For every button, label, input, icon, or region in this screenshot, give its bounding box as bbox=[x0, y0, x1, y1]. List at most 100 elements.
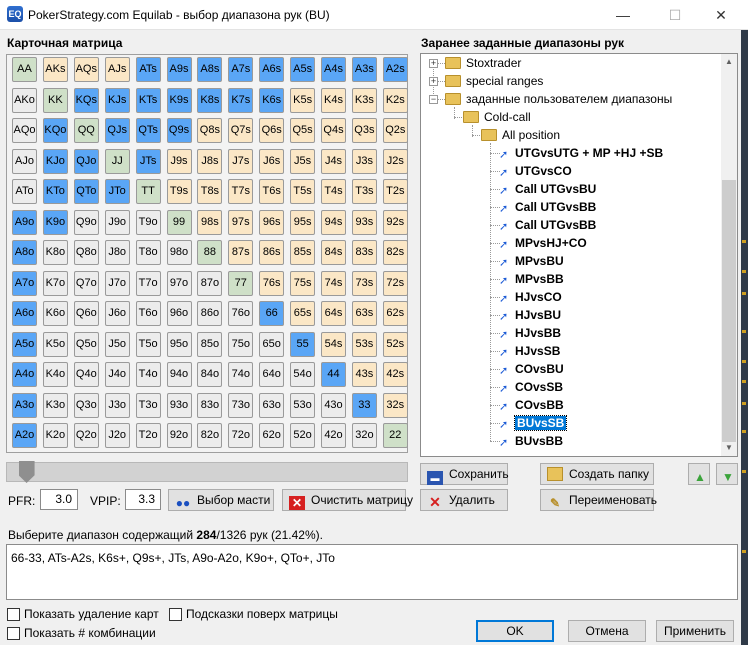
hand-cell[interactable]: 85s bbox=[290, 240, 316, 265]
hand-cell[interactable]: K9o bbox=[42, 209, 68, 235]
tree-item-special-ranges[interactable]: special ranges bbox=[445, 72, 543, 90]
tree-item-range[interactable]: ➚ MPvsHJ+CO bbox=[499, 234, 587, 252]
hand-cell[interactable]: AA bbox=[12, 57, 37, 82]
tree-item-range[interactable]: ➚ UTGvsCO bbox=[499, 162, 572, 180]
hand-cell[interactable]: A4s bbox=[321, 57, 346, 82]
scroll-down-arrow[interactable]: ▼ bbox=[721, 440, 737, 456]
hand-cell[interactable]: 62s bbox=[382, 301, 408, 326]
hand-cell[interactable]: 86s bbox=[259, 240, 285, 265]
hand-cell[interactable]: J4s bbox=[321, 148, 346, 174]
hand-cell[interactable]: J9o bbox=[104, 209, 130, 235]
hand-cell[interactable]: Q8o bbox=[73, 240, 99, 265]
hand-cell[interactable]: QQ bbox=[73, 118, 99, 143]
hand-cell[interactable]: QTo bbox=[73, 179, 99, 204]
hand-cell[interactable]: Q4o bbox=[73, 362, 99, 387]
hand-cell[interactable]: AQs bbox=[73, 57, 99, 82]
hand-cell[interactable]: K4s bbox=[321, 87, 346, 113]
hand-cell[interactable]: T7s bbox=[228, 179, 254, 204]
hand-cell[interactable]: 76o bbox=[228, 301, 254, 326]
hand-cell[interactable]: A7s bbox=[228, 57, 254, 82]
hand-cell[interactable]: JTs bbox=[135, 148, 161, 174]
hand-cell[interactable]: 84s bbox=[321, 240, 346, 265]
hand-cell[interactable]: 43s bbox=[351, 362, 377, 387]
hand-cell[interactable]: T2s bbox=[382, 179, 408, 204]
hand-cell[interactable]: KK bbox=[42, 87, 68, 113]
show-removal-checkbox[interactable] bbox=[7, 608, 20, 621]
hand-cell[interactable]: 53o bbox=[290, 392, 316, 418]
hand-cell[interactable]: 75s bbox=[290, 270, 316, 296]
hand-cell[interactable]: J6s bbox=[259, 148, 285, 174]
hand-cell[interactable]: 63o bbox=[259, 392, 285, 418]
expand-special-ranges[interactable]: + bbox=[429, 77, 438, 86]
hand-cell[interactable]: T5s bbox=[290, 179, 316, 204]
hand-cell[interactable]: 44 bbox=[321, 362, 346, 387]
tree-item-cold-call[interactable]: Cold-call bbox=[463, 108, 531, 126]
collapse-user-ranges[interactable]: − bbox=[429, 95, 438, 104]
hand-cell[interactable]: 95o bbox=[166, 331, 192, 357]
hand-cell[interactable]: J6o bbox=[104, 301, 130, 326]
hand-cell[interactable]: JTo bbox=[104, 179, 130, 204]
hints-checkbox[interactable] bbox=[169, 608, 182, 621]
hand-cell[interactable]: QJo bbox=[73, 148, 99, 174]
hand-cell[interactable]: Q7s bbox=[228, 118, 254, 143]
hand-cell[interactable]: 62o bbox=[259, 423, 285, 448]
hand-cell[interactable]: AKo bbox=[12, 87, 37, 113]
hand-cell[interactable]: A2o bbox=[12, 423, 37, 448]
hand-cell[interactable]: 98s bbox=[197, 209, 223, 235]
hand-cell[interactable]: K4o bbox=[42, 362, 68, 387]
scroll-up-arrow[interactable]: ▲ bbox=[721, 54, 737, 70]
range-slider[interactable] bbox=[6, 461, 408, 483]
hand-cell[interactable]: T4o bbox=[135, 362, 161, 387]
hand-cell[interactable]: A6o bbox=[12, 301, 37, 326]
maximize-button[interactable]: ☐ bbox=[652, 0, 698, 30]
hand-cell[interactable]: 22 bbox=[382, 423, 408, 448]
hand-cell[interactable]: KJs bbox=[104, 87, 130, 113]
hand-cell[interactable]: T4s bbox=[321, 179, 346, 204]
hand-cell[interactable]: 96s bbox=[259, 209, 285, 235]
hand-cell[interactable]: 32s bbox=[382, 392, 408, 418]
tree-scrollbar[interactable]: ▲ ▼ bbox=[721, 54, 737, 456]
hand-cell[interactable]: T2o bbox=[135, 423, 161, 448]
hand-cell[interactable]: 96o bbox=[166, 301, 192, 326]
hand-cell[interactable]: 74o bbox=[228, 362, 254, 387]
hand-cell[interactable]: K8s bbox=[197, 87, 223, 113]
hand-cell[interactable]: K6s bbox=[259, 87, 285, 113]
hand-cell[interactable]: 53s bbox=[351, 331, 377, 357]
hand-cell[interactable]: J5o bbox=[104, 331, 130, 357]
hand-cell[interactable]: A9o bbox=[12, 209, 37, 235]
hand-cell[interactable]: T3s bbox=[351, 179, 377, 204]
tree-item-range[interactable]: ➚ HJvsCO bbox=[499, 288, 562, 306]
hand-cell[interactable]: T3o bbox=[135, 392, 161, 418]
hand-cell[interactable]: 99 bbox=[166, 209, 192, 235]
tree-item-range[interactable]: ➚ COvsBU bbox=[499, 360, 564, 378]
hand-cell[interactable]: 55 bbox=[290, 331, 316, 357]
tree-item-user-ranges[interactable]: заданные пользователем диапазоны bbox=[445, 90, 672, 108]
hand-cell[interactable]: J7s bbox=[228, 148, 254, 174]
hand-cell[interactable]: 85o bbox=[197, 331, 223, 357]
hand-cell[interactable]: 63s bbox=[351, 301, 377, 326]
hand-cell[interactable]: 64o bbox=[259, 362, 285, 387]
hand-cell[interactable]: 42s bbox=[382, 362, 408, 387]
tree-item-range[interactable]: ➚ Call UTGvsBB bbox=[499, 216, 596, 234]
hand-cell[interactable]: 72s bbox=[382, 270, 408, 296]
hand-cell[interactable]: K6o bbox=[42, 301, 68, 326]
tree-item-range[interactable]: ➚ BUvsSB bbox=[499, 414, 568, 432]
hand-cell[interactable]: J2o bbox=[104, 423, 130, 448]
hand-cell[interactable]: J9s bbox=[166, 148, 192, 174]
hand-cell[interactable]: Q3s bbox=[351, 118, 377, 143]
vpip-input[interactable]: 3.3 bbox=[125, 489, 161, 510]
hand-cell[interactable]: A7o bbox=[12, 270, 37, 296]
hand-cell[interactable]: 54o bbox=[290, 362, 316, 387]
hand-cell[interactable]: T5o bbox=[135, 331, 161, 357]
hand-cell[interactable]: K8o bbox=[42, 240, 68, 265]
hand-cell[interactable]: 83s bbox=[351, 240, 377, 265]
hand-cell[interactable]: 97o bbox=[166, 270, 192, 296]
hand-cell[interactable]: AJs bbox=[104, 57, 130, 82]
range-text-field[interactable]: 66-33, ATs-A2s, K6s+, Q9s+, JTs, A9o-A2o… bbox=[6, 544, 738, 600]
move-down-button[interactable]: ▼ bbox=[716, 463, 738, 485]
minimize-button[interactable]: — bbox=[600, 0, 646, 30]
hand-cell[interactable]: J3o bbox=[104, 392, 130, 418]
hand-cell[interactable]: T8o bbox=[135, 240, 161, 265]
tree-item-range[interactable]: ➚ COvsSB bbox=[499, 378, 563, 396]
hand-cell[interactable]: A5s bbox=[290, 57, 316, 82]
